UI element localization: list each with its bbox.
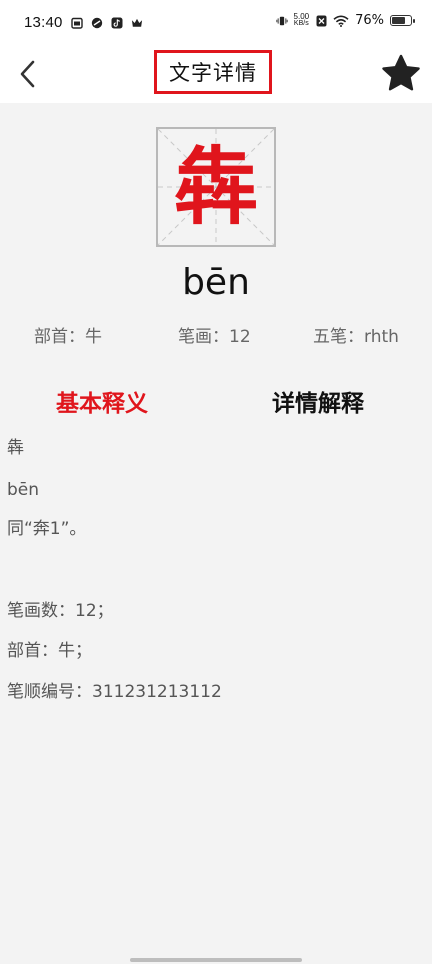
calendar-notification-icon bbox=[70, 17, 83, 29]
vibrate-icon bbox=[275, 15, 288, 27]
definition-tabs: 基本释义 详情解释 bbox=[0, 384, 432, 418]
network-speed: 5.00 KB/s bbox=[293, 12, 310, 28]
tab-basic-definition[interactable]: 基本释义 bbox=[56, 384, 148, 418]
battery-fill bbox=[392, 17, 405, 24]
content-line: 部首：牛； bbox=[7, 641, 92, 661]
chevron-left-icon bbox=[20, 60, 35, 88]
battery-icon bbox=[390, 15, 415, 26]
back-button[interactable] bbox=[12, 58, 42, 90]
character-pinyin: bēn bbox=[182, 262, 250, 303]
network-speed-value: 5.00 bbox=[293, 12, 310, 21]
top-area: 13:40 5.00 KB/s 76% 文字详情 bbox=[0, 0, 432, 103]
tab-detailed-explanation[interactable]: 详情解释 bbox=[272, 384, 364, 418]
content-line: 笔画数：12； bbox=[7, 601, 114, 621]
content-line: 同“奔1”。 bbox=[7, 519, 87, 539]
status-right: 5.00 KB/s 76% bbox=[275, 12, 415, 28]
content-line: 犇 bbox=[7, 438, 24, 458]
app-header: 文字详情 bbox=[0, 50, 432, 103]
status-bar: 13:40 5.00 KB/s 76% bbox=[0, 0, 432, 50]
app-notification-icon bbox=[91, 17, 103, 29]
favorite-button[interactable] bbox=[380, 52, 422, 94]
character-glyph: 犇 bbox=[173, 138, 258, 236]
status-time: 13:40 bbox=[24, 14, 63, 31]
crown-notification-icon bbox=[131, 17, 143, 29]
battery-percent: 76% bbox=[355, 13, 384, 28]
star-icon bbox=[382, 54, 420, 91]
tiktok-notification-icon bbox=[111, 17, 123, 29]
wifi-icon bbox=[333, 15, 349, 27]
page-title: 文字详情 bbox=[154, 50, 272, 94]
wubi-info: 五笔：rhth bbox=[313, 327, 399, 347]
stroke-count-info: 笔画：12 bbox=[178, 327, 251, 347]
sim-blocked-icon bbox=[315, 15, 327, 27]
status-left: 13:40 bbox=[24, 14, 143, 31]
character-grid-box: 犇 bbox=[156, 127, 276, 247]
content-line: bēn bbox=[7, 480, 40, 500]
radical-info: 部首：牛 bbox=[34, 327, 102, 347]
content-line: 笔顺编号：311231213112 bbox=[7, 682, 222, 702]
character-meta: 部首：牛 笔画：12 五笔：rhth bbox=[0, 322, 432, 347]
network-speed-unit: KB/s bbox=[293, 20, 309, 27]
home-indicator[interactable] bbox=[130, 958, 302, 962]
